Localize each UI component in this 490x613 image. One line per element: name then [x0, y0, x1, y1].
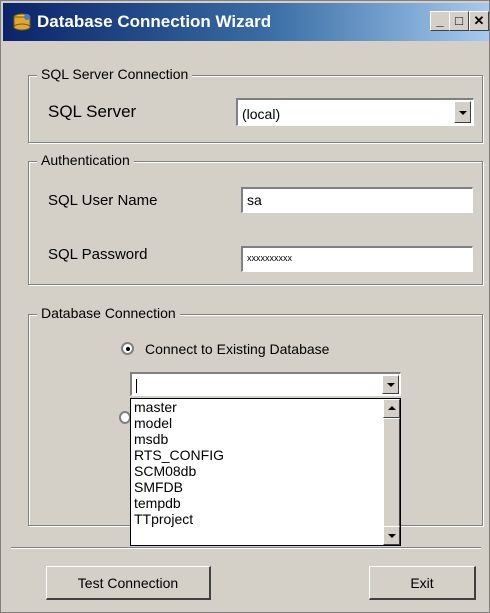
close-button[interactable]: ✕	[469, 11, 489, 31]
footer-separator	[11, 547, 481, 549]
title-bar[interactable]: Database Connection Wizard _ □ ✕	[3, 3, 489, 41]
database-option[interactable]: msdb	[131, 431, 400, 447]
text-cursor	[136, 379, 137, 394]
sql-server-combo[interactable]: (local)	[236, 98, 474, 126]
minimize-button[interactable]: _	[430, 11, 450, 31]
database-option[interactable]: SMFDB	[131, 479, 400, 495]
chevron-down-icon	[387, 383, 395, 387]
database-option[interactable]: master	[131, 399, 400, 415]
scroll-up-icon	[388, 406, 396, 410]
test-connection-button[interactable]: Test Connection	[46, 566, 211, 600]
wizard-window: Database Connection Wizard _ □ ✕ SQL Ser…	[0, 0, 490, 613]
chevron-down-icon	[459, 111, 467, 115]
maximize-button[interactable]: □	[449, 11, 469, 31]
dropdown-scrollbar[interactable]	[383, 399, 400, 545]
sql-user-input[interactable]: sa	[241, 187, 473, 213]
database-option[interactable]: tempdb	[131, 495, 400, 511]
database-dropdown-button[interactable]	[382, 375, 399, 394]
scroll-down-button[interactable]	[383, 526, 400, 545]
sql-user-label: SQL User Name	[48, 192, 158, 209]
database-option[interactable]: TTproject	[131, 511, 400, 527]
authentication-group-legend: Authentication	[37, 152, 134, 168]
sql-server-value: (local)	[242, 106, 281, 122]
sql-password-label: SQL Password	[48, 246, 148, 263]
sql-server-dropdown-button[interactable]	[454, 101, 471, 123]
radio-selected-dot	[126, 347, 130, 351]
existing-db-radio[interactable]	[121, 342, 134, 355]
sql-password-input[interactable]: xxxxxxxxxx	[241, 246, 473, 272]
scrollbar-thumb[interactable]	[383, 418, 400, 536]
close-icon: ✕	[473, 13, 485, 28]
database-option[interactable]: SCM08db	[131, 463, 400, 479]
scroll-down-icon	[388, 534, 396, 538]
sql-user-value: sa	[247, 192, 262, 208]
test-connection-label: Test Connection	[77, 575, 179, 591]
database-icon	[13, 13, 31, 31]
database-option[interactable]: RTS_CONFIG	[131, 447, 400, 463]
sql-server-group-legend: SQL Server Connection	[37, 66, 193, 82]
database-connection-group-legend: Database Connection	[37, 305, 180, 321]
scroll-up-button[interactable]	[383, 399, 400, 418]
database-option[interactable]: model	[131, 415, 400, 431]
database-combo[interactable]	[130, 372, 401, 396]
exit-label: Exit	[410, 575, 434, 591]
database-dropdown-list[interactable]: master model msdb RTS_CONFIG SCM08db SMF…	[130, 398, 401, 546]
sql-server-label: SQL Server	[48, 102, 137, 121]
window-title: Database Connection Wizard	[37, 12, 272, 31]
maximize-icon: □	[455, 13, 463, 28]
sql-password-value: xxxxxxxxxx	[247, 253, 292, 263]
minimize-icon: _	[436, 13, 444, 28]
existing-db-radio-label[interactable]: Connect to Existing Database	[145, 341, 329, 357]
exit-button[interactable]: Exit	[369, 566, 476, 600]
